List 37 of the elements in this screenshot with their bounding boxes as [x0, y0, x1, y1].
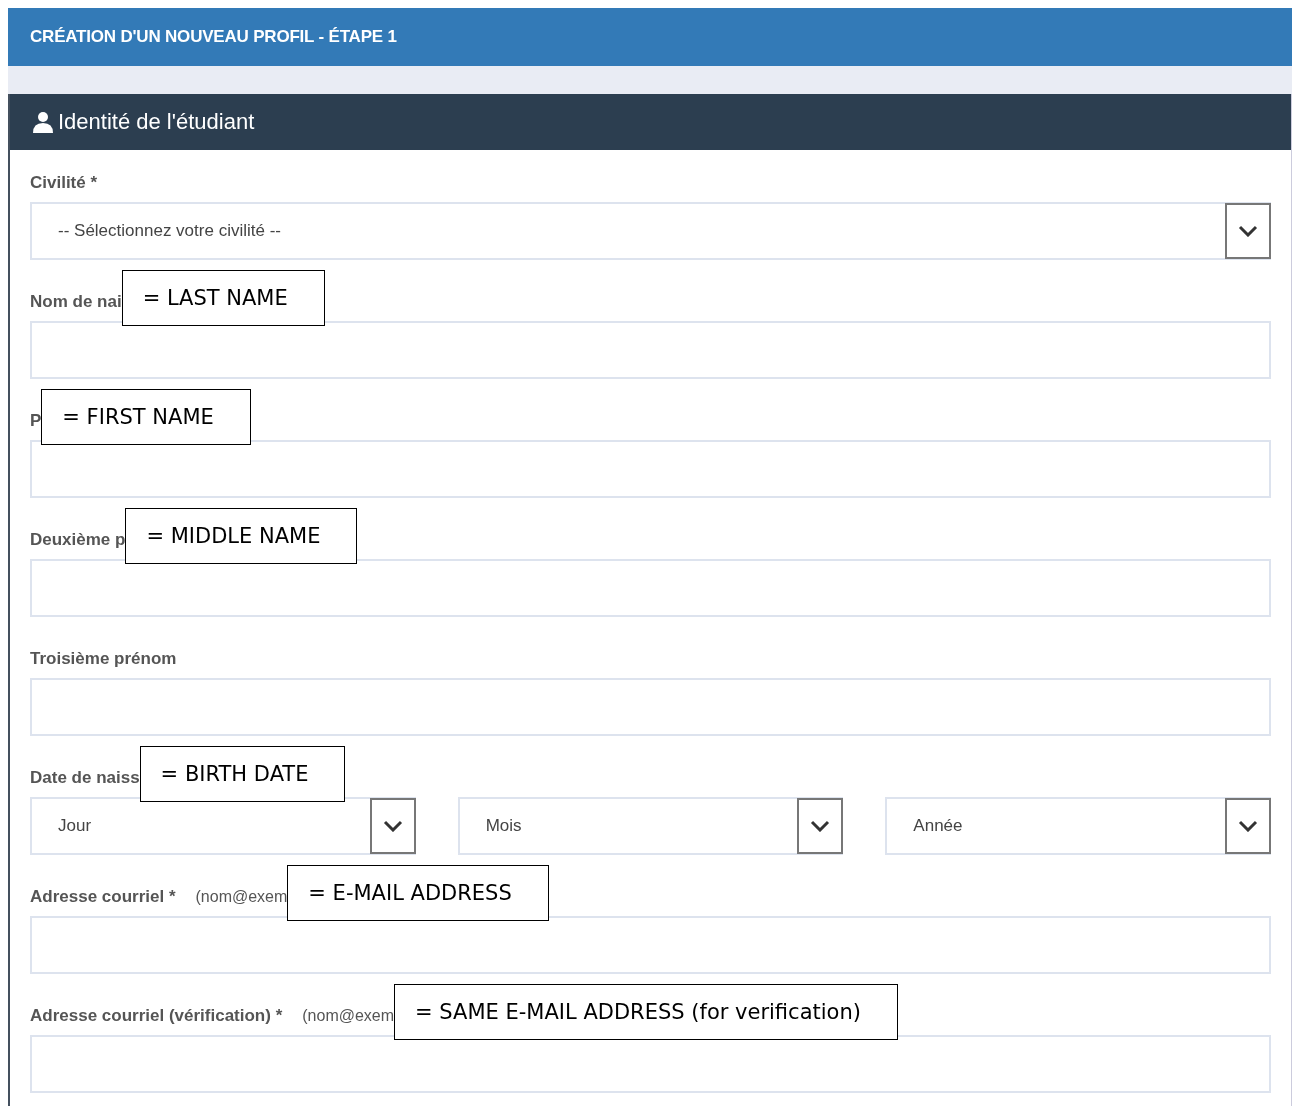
field-hint: (nom@exem: [195, 888, 288, 906]
field-label: Deuxième p: [30, 530, 126, 550]
chevron-down-icon: [810, 820, 831, 832]
field-hint: (nom@exem: [302, 1007, 395, 1025]
text-input[interactable]: [30, 321, 1271, 379]
annotation-callout: = LAST NAME: [121, 270, 325, 326]
select-field[interactable]: Jour: [30, 797, 416, 855]
panel-title: Identité de l'étudiant: [58, 109, 255, 135]
dropdown-button[interactable]: [1225, 203, 1271, 259]
annotation-callout: = BIRTH DATE: [139, 746, 346, 802]
chevron-down-icon: [1238, 225, 1258, 237]
text-input[interactable]: [30, 916, 1271, 974]
select-field[interactable]: Mois: [457, 797, 844, 855]
user-icon: [32, 111, 54, 133]
dropdown-button[interactable]: [797, 798, 844, 854]
annotation-callout: = FIRST NAME: [41, 389, 251, 445]
page-title: CRÉATION D'UN NOUVEAU PROFIL - ÉTAPE 1: [30, 27, 397, 47]
field-label: Troisième prénom: [30, 649, 177, 669]
dropdown-button[interactable]: [369, 798, 416, 854]
annotation-callout: = SAME E-MAIL ADDRESS (for verification): [394, 984, 898, 1040]
field-label: P: [30, 411, 42, 431]
field-label: Nom de nai: [30, 292, 122, 312]
field-label: Date de naiss: [30, 768, 140, 788]
text-input[interactable]: [30, 1035, 1271, 1093]
text-input[interactable]: [30, 440, 1271, 498]
annotation-callout: = E-MAIL ADDRESS: [287, 865, 549, 921]
text-input[interactable]: [30, 559, 1271, 617]
dropdown-button[interactable]: [1225, 798, 1271, 854]
annotation-callout: = MIDDLE NAME: [125, 508, 358, 564]
text-input[interactable]: [30, 678, 1271, 736]
select-field[interactable]: -- Sélectionnez votre civilité --: [30, 202, 1271, 260]
chevron-down-icon: [382, 820, 403, 832]
field-label: Adresse courriel *: [30, 887, 176, 907]
chevron-down-icon: [1238, 820, 1258, 832]
field-label: Adresse courriel (vérification) *: [30, 1006, 283, 1026]
field-label: Civilité *: [30, 173, 98, 193]
select-field[interactable]: Année: [885, 797, 1271, 855]
